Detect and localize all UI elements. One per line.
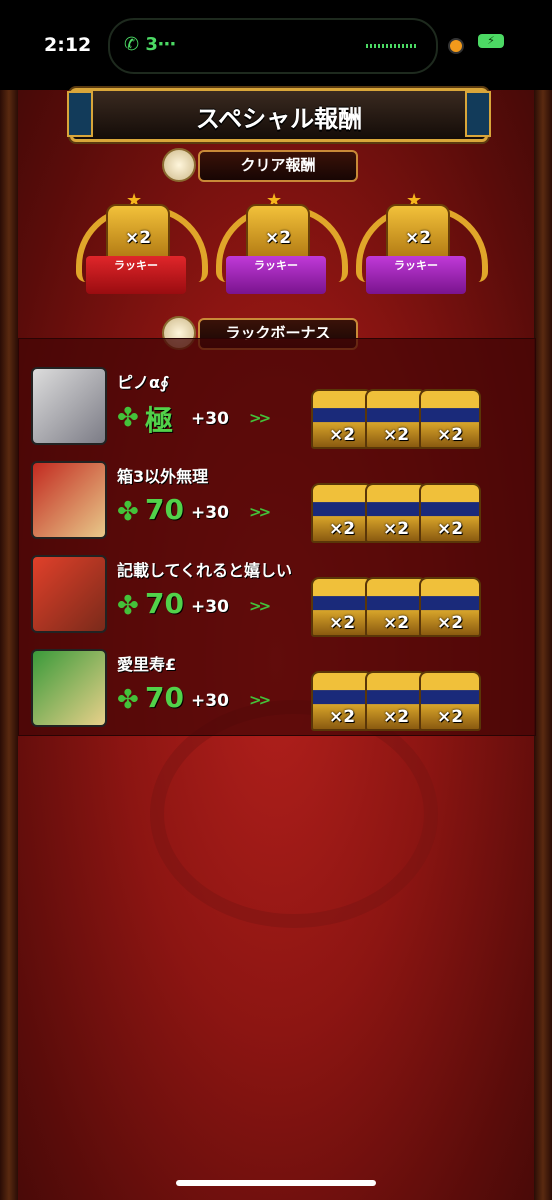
call-label: 3⋯ [145,34,176,55]
treasure-chest-icon: ×2 [419,389,481,449]
arrow-icon: >> [249,503,271,521]
lucky-ribbon: ラッキー [86,256,186,294]
player-name: 箱3以外無理 [117,467,209,486]
chest-count: ×2 [436,707,464,727]
player-avatar[interactable] [31,367,107,445]
treasure-chest-icon: ×2 [365,389,427,449]
clover-icon: ✤ [117,497,139,527]
status-bar: 2:12 ✆ 3⋯ ⚡ [0,0,552,90]
chest-count: ×2 [436,613,464,633]
treasure-chest-icon: ×2 [365,671,427,731]
player-name: ピノα∮ [117,373,169,392]
chest-count: ×2 [382,519,410,539]
treasure-chest-icon: ×2 [311,671,373,731]
chest-count: ×2 [382,425,410,445]
luck-value: 70 [145,681,184,714]
player-row[interactable]: ピノα∮ ✤ 極 +30 >> ×2 ×2 ×2 [19,359,535,451]
right-frame-decoration [534,40,552,1200]
player-name: 愛里寿£ [117,655,177,674]
treasure-chest-icon: ×2 [311,577,373,637]
arrow-icon: >> [249,597,271,615]
section-badge-icon [162,148,196,182]
dynamic-island[interactable]: ✆ 3⋯ [108,18,438,74]
chest-count: ×2 [264,228,292,248]
chest-count: ×2 [328,519,356,539]
treasure-chest-icon: ×2 [365,577,427,637]
audio-wave-icon [366,44,418,48]
player-name: 記載してくれると嬉しい [117,561,293,580]
luck-bonus-panel: ピノα∮ ✤ 極 +30 >> ×2 ×2 ×2 箱3以外無理 ✤ 70 +30… [18,338,536,736]
clover-icon: ✤ [117,591,139,621]
arrow-icon: >> [249,691,271,709]
lucky-ribbon: ラッキー [366,256,466,294]
chest-count: ×2 [328,425,356,445]
player-avatar[interactable] [31,555,107,633]
bonus-value: +30 [191,409,229,429]
treasure-chest-icon: ×2 [419,577,481,637]
treasure-chest-icon: ×2 [365,483,427,543]
treasure-chest-icon: ×2 [419,671,481,731]
clear-reward-label: クリア報酬 [198,150,358,182]
player-row[interactable]: 愛里寿£ ✤ 70 +30 >> ×2 ×2 ×2 [19,641,535,733]
call-indicator: ✆ 3⋯ [124,34,176,55]
battery-charging-icon: ⚡ [478,34,504,48]
chest-count: ×2 [404,228,432,248]
bonus-value: +30 [191,503,229,523]
arrow-icon: >> [249,409,271,427]
treasure-chest-icon: ×2 [246,204,310,262]
treasure-chest-icon: ×2 [386,204,450,262]
chest-count: ×2 [328,707,356,727]
clear-reward-item[interactable]: ★ ×2 ラッキー [216,190,348,304]
title-banner: スペシャル報酬 [67,88,491,142]
treasure-chest-icon: ×2 [311,389,373,449]
chest-count: ×2 [382,707,410,727]
clock: 2:12 [44,34,92,56]
chest-count: ×2 [382,613,410,633]
clear-reward-item[interactable]: ★ ×2 ラッキー [356,190,488,304]
left-frame-decoration [0,40,18,1200]
clover-icon: ✤ [117,403,139,433]
treasure-chest-icon: ×2 [106,204,170,262]
chest-count: ×2 [436,519,464,539]
player-avatar[interactable] [31,461,107,539]
player-row[interactable]: 記載してくれると嬉しい ✤ 70 +30 >> ×2 ×2 ×2 [19,547,535,639]
luck-value: 極 [145,404,174,437]
chest-count: ×2 [124,228,152,248]
player-avatar[interactable] [31,649,107,727]
home-indicator[interactable] [176,1180,376,1186]
bonus-value: +30 [191,691,229,711]
luck-value: 70 [145,587,184,620]
clover-icon: ✤ [117,685,139,715]
page-title: スペシャル報酬 [195,105,363,133]
recording-dot-icon [448,38,464,54]
bonus-value: +30 [191,597,229,617]
player-row[interactable]: 箱3以外無理 ✤ 70 +30 >> ×2 ×2 ×2 [19,453,535,545]
lucky-ribbon: ラッキー [226,256,326,294]
chest-count: ×2 [436,425,464,445]
treasure-chest-icon: ×2 [419,483,481,543]
treasure-chest-icon: ×2 [311,483,373,543]
chest-count: ×2 [328,613,356,633]
luck-value: 70 [145,493,184,526]
clear-reward-item[interactable]: ★ ×2 ラッキー [76,190,208,304]
